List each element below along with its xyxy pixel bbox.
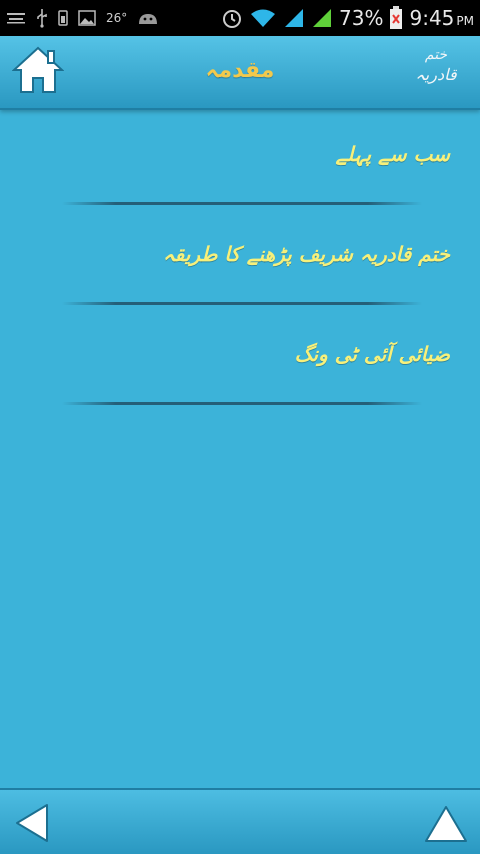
left-arrow-icon [16,804,48,842]
bottom-nav-bar [0,788,480,854]
usb-icon [36,8,48,28]
up-arrow-icon [425,806,467,842]
image-icon [78,8,96,28]
scroll-up-button[interactable] [424,804,468,844]
divider [62,302,422,305]
battery-icon [389,6,403,29]
status-bar: 26° 73% 9:45 PM [0,0,480,36]
android-icon [137,8,159,28]
back-button[interactable] [14,802,50,844]
divider [62,202,422,205]
logo-line-1: ختم [424,47,448,63]
divider [62,402,422,405]
list-item-it-wing[interactable]: ضیائی آئی ٹی ونگ [0,312,480,408]
clock: 9:45 PM [409,6,474,30]
sd-card-icon [58,8,68,28]
clock-time: 9:45 [409,6,455,30]
keyboard-icon [6,8,26,28]
temperature-indicator: 26° [106,11,128,25]
system-indicators: 73% 9:45 PM [221,6,474,30]
signal-icon-2 [311,8,333,28]
list-item-label: سب سے پہلے [335,142,450,166]
battery-percent: 73% [339,6,384,30]
header-bar: مقدمہ ختم قادریہ [0,36,480,110]
logo-line-2: قادریہ [415,65,457,84]
list-item-reading-method[interactable]: ختم قادریہ شریف پڑھنے کا طریقہ [0,212,480,308]
signal-icon [283,8,305,28]
alarm-icon [221,8,243,28]
list-item-label: ضیائی آئی ٹی ونگ [294,342,450,366]
wifi-icon [249,8,277,28]
list-item-label: ختم قادریہ شریف پڑھنے کا طریقہ [163,242,450,266]
list-item-first-of-all[interactable]: سب سے پہلے [0,112,480,208]
app-logo: ختم قادریہ [406,46,466,98]
clock-ampm: PM [456,14,474,28]
notification-icons: 26° [6,8,221,28]
